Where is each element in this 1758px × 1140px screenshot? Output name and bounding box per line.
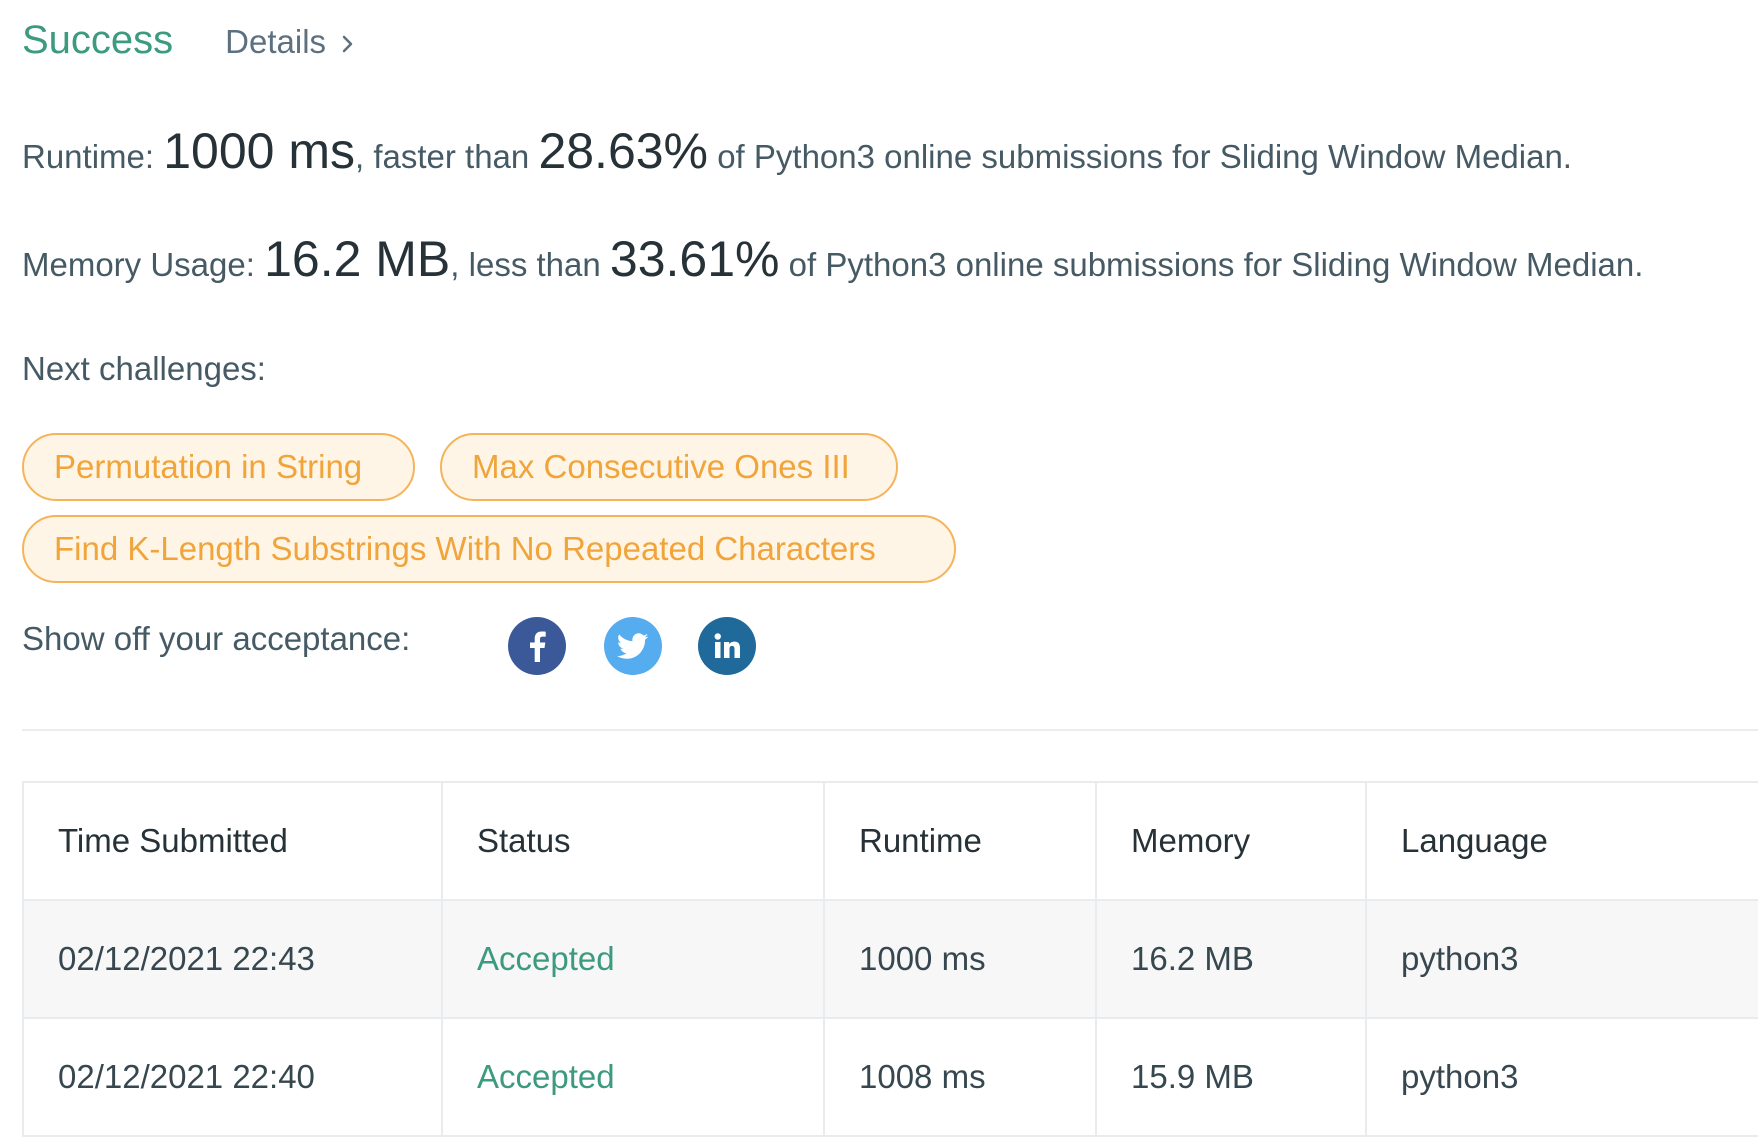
cell-runtime: 1000 ms <box>823 899 1097 1019</box>
column-header-memory[interactable]: Memory <box>1095 781 1367 901</box>
twitter-icon <box>617 632 649 659</box>
runtime-label: Runtime: <box>22 138 164 175</box>
result-header: Success Details <box>22 18 354 63</box>
column-header-time-submitted[interactable]: Time Submitted <box>22 781 443 901</box>
table-header-row: Time Submitted Status Runtime Memory Lan… <box>22 781 1758 901</box>
runtime-value: 1000 ms <box>163 123 355 179</box>
cell-time-submitted: 02/12/2021 22:40 <box>22 1017 443 1137</box>
table-row: 02/12/2021 22:43 Accepted 1000 ms 16.2 M… <box>22 899 1758 1019</box>
challenge-chip-permutation-in-string[interactable]: Permutation in String <box>22 433 415 501</box>
cell-language: python3 <box>1365 1017 1758 1137</box>
cell-time-submitted: 02/12/2021 22:43 <box>22 899 443 1019</box>
share-label: Show off your acceptance: <box>22 620 411 657</box>
column-header-language[interactable]: Language <box>1365 781 1758 901</box>
column-header-status[interactable]: Status <box>441 781 825 901</box>
table-row: 02/12/2021 22:40 Accepted 1008 ms 15.9 M… <box>22 1017 1758 1137</box>
memory-suffix-text: of Python3 online submissions for Slidin… <box>779 246 1644 283</box>
runtime-percent: 28.63% <box>538 123 709 179</box>
runtime-middle-text: , faster than <box>355 138 539 175</box>
challenge-chip-max-consecutive-ones-iii[interactable]: Max Consecutive Ones III <box>440 433 898 501</box>
memory-label: Memory Usage: <box>22 246 265 283</box>
facebook-icon <box>530 631 546 662</box>
details-label: Details <box>225 23 327 60</box>
memory-summary: Memory Usage: 16.2 MB, less than 33.61% … <box>22 230 1643 288</box>
runtime-summary: Runtime: 1000 ms, faster than 28.63% of … <box>22 122 1572 180</box>
memory-percent: 33.61% <box>609 231 780 287</box>
cell-memory: 16.2 MB <box>1095 899 1367 1019</box>
cell-memory: 15.9 MB <box>1095 1017 1367 1137</box>
details-link[interactable]: Details <box>225 23 354 61</box>
twitter-share-button[interactable] <box>604 617 662 675</box>
cell-runtime: 1008 ms <box>823 1017 1097 1137</box>
next-challenges-title: Next challenges: <box>22 350 266 387</box>
submissions-table: Time Submitted Status Runtime Memory Lan… <box>22 781 1758 1137</box>
chevron-right-icon <box>342 35 354 53</box>
runtime-suffix-text: of Python3 online submissions for Slidin… <box>708 138 1572 175</box>
memory-middle-text: , less than <box>450 246 610 283</box>
cell-status-link[interactable]: Accepted <box>441 899 825 1019</box>
status-success: Success <box>22 18 174 62</box>
cell-language: python3 <box>1365 899 1758 1019</box>
linkedin-icon <box>714 633 740 658</box>
facebook-share-button[interactable] <box>508 617 566 675</box>
challenge-chip-find-k-length-substrings[interactable]: Find K-Length Substrings With No Repeate… <box>22 515 956 583</box>
memory-value: 16.2 MB <box>264 231 451 287</box>
section-divider <box>22 729 1758 731</box>
linkedin-share-button[interactable] <box>698 617 756 675</box>
column-header-runtime[interactable]: Runtime <box>823 781 1097 901</box>
cell-status-link[interactable]: Accepted <box>441 1017 825 1137</box>
